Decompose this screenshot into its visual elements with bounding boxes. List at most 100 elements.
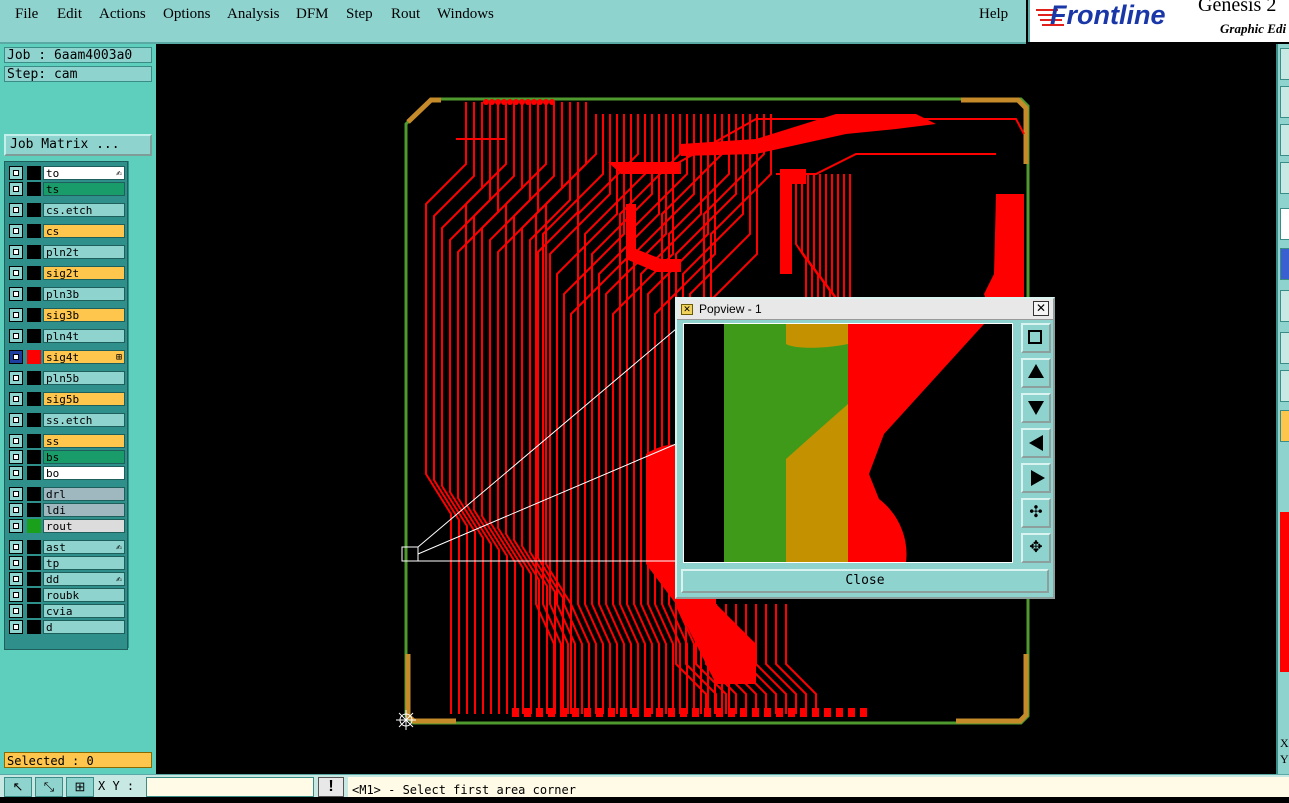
layer-list-scrollbar[interactable]: [128, 161, 153, 648]
tool-button[interactable]: [1280, 162, 1289, 194]
tool-button[interactable]: [1280, 48, 1289, 80]
layer-row-d[interactable]: d: [7, 620, 125, 634]
layer-name[interactable]: sig3b: [43, 308, 125, 322]
layer-row-roubk[interactable]: roubk: [7, 588, 125, 602]
layer-color-swatch[interactable]: [27, 450, 41, 464]
pan-up-button[interactable]: [1021, 358, 1051, 388]
layer-name[interactable]: pln4t: [43, 329, 125, 343]
layer-color-swatch[interactable]: [27, 572, 41, 586]
layer-checkbox[interactable]: [9, 329, 23, 343]
pan-left-button[interactable]: [1021, 428, 1051, 458]
layer-checkbox[interactable]: [9, 450, 23, 464]
layer-name[interactable]: sig2t: [43, 266, 125, 280]
popview-zoom-view[interactable]: [683, 323, 1013, 563]
layer-color-swatch[interactable]: [27, 371, 41, 385]
menu-options[interactable]: Options: [163, 6, 211, 23]
popview-titlebar[interactable]: ✕ Popview - 1 ✕: [677, 299, 1053, 320]
layer-checkbox[interactable]: [9, 519, 23, 533]
layer-name[interactable]: cs: [43, 224, 125, 238]
pan-down-button[interactable]: [1021, 393, 1051, 423]
layer-name[interactable]: bo: [43, 466, 125, 480]
layer-row-ast[interactable]: ast ✍: [7, 540, 125, 554]
layer-color-swatch[interactable]: [27, 350, 41, 364]
layer-name[interactable]: rout: [43, 519, 125, 533]
layer-row-pln3b[interactable]: pln3b: [7, 287, 125, 301]
layer-row-drl[interactable]: drl: [7, 487, 125, 501]
tool-button[interactable]: [1280, 248, 1289, 280]
layer-color-swatch[interactable]: [27, 245, 41, 259]
layer-checkbox[interactable]: [9, 620, 23, 634]
layer-row-bs[interactable]: bs: [7, 450, 125, 464]
layer-name[interactable]: sig4t ⊞: [43, 350, 125, 364]
layer-row-cs-etch[interactable]: cs.etch: [7, 203, 125, 217]
layer-name[interactable]: roubk: [43, 588, 125, 602]
layer-color-swatch[interactable]: [27, 392, 41, 406]
layer-row-pln4t[interactable]: pln4t: [7, 329, 125, 343]
layer-row-pln5b[interactable]: pln5b: [7, 371, 125, 385]
layer-checkbox[interactable]: [9, 540, 23, 554]
popview-dialog[interactable]: ✕ Popview - 1 ✕ ✣ ✥ Close: [675, 297, 1055, 599]
zoom-fit-button[interactable]: [1021, 323, 1051, 353]
layer-row-tp[interactable]: tp: [7, 556, 125, 570]
layer-name[interactable]: ts: [43, 182, 125, 196]
layer-checkbox[interactable]: [9, 182, 23, 196]
layer-name[interactable]: ss: [43, 434, 125, 448]
layer-checkbox[interactable]: [9, 487, 23, 501]
layer-row-sig5b[interactable]: sig5b: [7, 392, 125, 406]
layer-row-ss[interactable]: ss: [7, 434, 125, 448]
menu-windows[interactable]: Windows: [437, 6, 494, 23]
layer-name[interactable]: bs: [43, 450, 125, 464]
job-matrix-button[interactable]: Job Matrix ...: [4, 134, 152, 156]
layer-row-ss-etch[interactable]: ss.etch: [7, 413, 125, 427]
layer-checkbox[interactable]: [9, 556, 23, 570]
layer-name[interactable]: d: [43, 620, 125, 634]
layer-checkbox[interactable]: [9, 392, 23, 406]
tool-button[interactable]: [1280, 332, 1289, 364]
menu-rout[interactable]: Rout: [391, 6, 420, 23]
tool-button[interactable]: [1280, 290, 1289, 322]
layer-checkbox[interactable]: [9, 266, 23, 280]
layer-name[interactable]: cs.etch: [43, 203, 125, 217]
xy-input[interactable]: [146, 777, 314, 797]
zoom-in-button[interactable]: ✣: [1021, 498, 1051, 528]
layer-row-cvia[interactable]: cvia: [7, 604, 125, 618]
layer-color-swatch[interactable]: [27, 224, 41, 238]
layer-name[interactable]: ss.etch: [43, 413, 125, 427]
layer-checkbox[interactable]: [9, 503, 23, 517]
layer-name[interactable]: ast ✍: [43, 540, 125, 554]
layer-name[interactable]: sig5b: [43, 392, 125, 406]
layer-name[interactable]: dd ✍: [43, 572, 125, 586]
layer-row-to[interactable]: to ✍: [7, 166, 125, 180]
popview-close-button[interactable]: Close: [681, 569, 1049, 593]
layer-color-swatch[interactable]: [27, 182, 41, 196]
layer-row-sig4t[interactable]: sig4t ⊞: [7, 350, 125, 364]
layer-checkbox[interactable]: [9, 287, 23, 301]
layer-checkbox[interactable]: [9, 413, 23, 427]
menu-step[interactable]: Step: [346, 6, 373, 23]
layer-checkbox[interactable]: [9, 308, 23, 322]
layer-checkbox[interactable]: [9, 371, 23, 385]
tool-button[interactable]: [1280, 86, 1289, 118]
layer-color-swatch[interactable]: [27, 519, 41, 533]
menu-help[interactable]: Help: [979, 6, 1008, 23]
tool-button[interactable]: [1280, 410, 1289, 442]
close-icon[interactable]: ✕: [1033, 301, 1049, 316]
layer-name[interactable]: tp: [43, 556, 125, 570]
layer-color-swatch[interactable]: [27, 434, 41, 448]
layer-row-cs[interactable]: cs: [7, 224, 125, 238]
layer-color-swatch[interactable]: [27, 588, 41, 602]
snap-button[interactable]: ⊞: [66, 777, 94, 797]
layer-row-dd[interactable]: dd ✍: [7, 572, 125, 586]
layer-color-swatch[interactable]: [27, 413, 41, 427]
layer-checkbox[interactable]: [9, 466, 23, 480]
zoom-out-button[interactable]: ✥: [1021, 533, 1051, 563]
menu-actions[interactable]: Actions: [99, 6, 146, 23]
menu-dfm[interactable]: DFM: [296, 6, 329, 23]
layer-row-ldi[interactable]: ldi: [7, 503, 125, 517]
cross-select-button[interactable]: ⤡: [35, 777, 63, 797]
layer-checkbox[interactable]: [9, 434, 23, 448]
layer-checkbox[interactable]: [9, 588, 23, 602]
menu-file[interactable]: File: [15, 6, 38, 23]
layer-checkbox[interactable]: [9, 166, 23, 180]
layer-row-sig3b[interactable]: sig3b: [7, 308, 125, 322]
